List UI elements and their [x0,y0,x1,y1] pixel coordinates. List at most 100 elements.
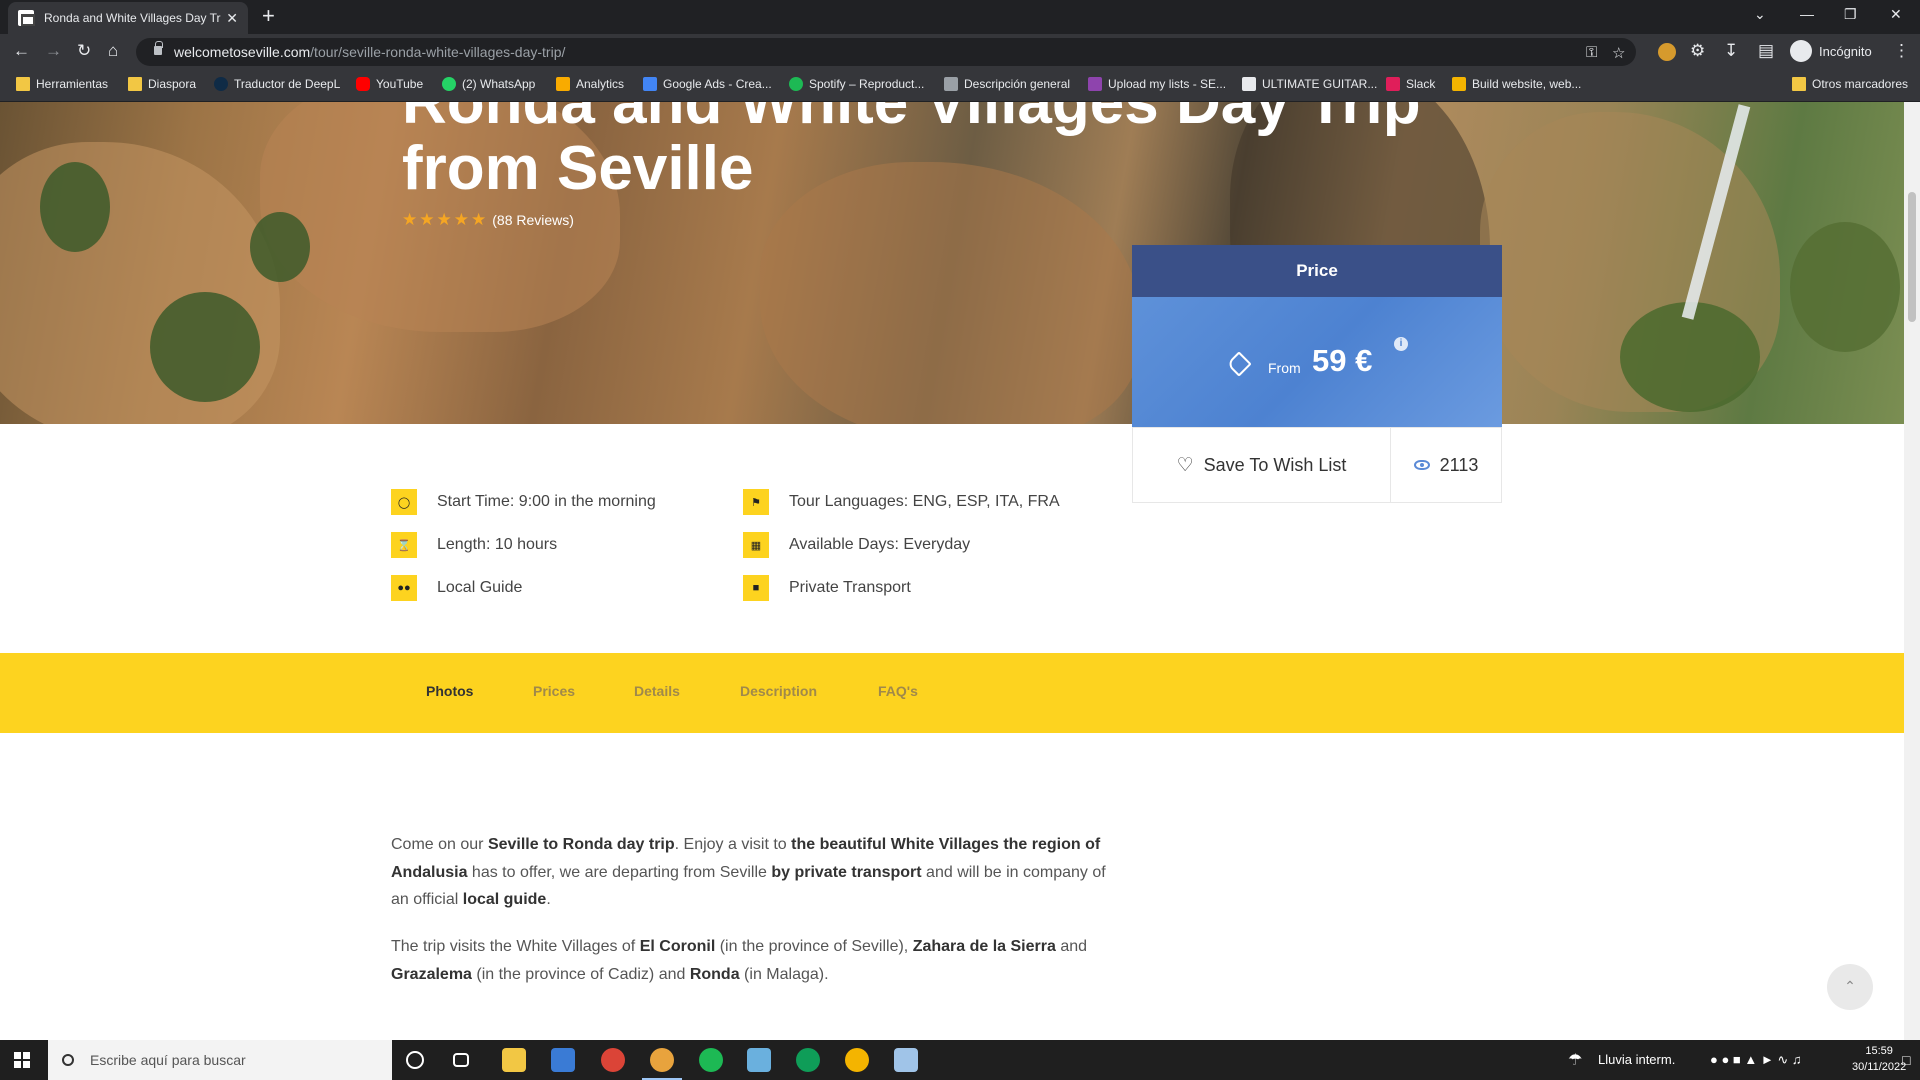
calculator-icon[interactable] [551,1048,575,1072]
weather-icon[interactable]: ☂ [1568,1050,1582,1070]
chrome-icon[interactable] [845,1048,869,1072]
weather-label[interactable]: Lluvia interm. [1598,1052,1675,1067]
tab-description[interactable]: Description [740,683,817,699]
bookmark-youtube[interactable]: YouTube [356,77,423,91]
page-viewport: Ronda and White Villages Day Trip from S… [0,102,1904,1040]
spotify-icon[interactable] [699,1048,723,1072]
tab-details[interactable]: Details [634,683,680,699]
menu-kebab-icon[interactable]: ⋮ [1893,42,1910,60]
tab-photos[interactable]: Photos [426,683,473,699]
tab-close-icon[interactable]: ✕ [226,10,238,27]
tab-prices[interactable]: Prices [533,683,575,699]
star-icon: ★ [419,210,435,229]
hero-tree [250,212,310,282]
windows-start-icon[interactable] [14,1052,30,1068]
overview-icon [944,77,958,91]
analytics-icon [556,77,570,91]
bookmark-star-icon[interactable]: ☆ [1612,44,1625,62]
flag-icon: ⚑ [743,489,769,515]
notifications-icon[interactable]: □ [1902,1052,1910,1068]
clock-icon: ◯ [391,489,417,515]
info-icon[interactable]: i [1394,337,1408,351]
group-icon: ●● [391,575,417,601]
spotify-icon [789,77,803,91]
url-text[interactable]: welcometoseville.com/tour/seville-ronda-… [174,44,565,60]
back-arrow-icon[interactable]: ← [13,42,30,60]
scroll-to-top-button[interactable]: ⌃ [1827,964,1873,1010]
close-window-button[interactable]: ✕ [1890,6,1902,23]
text-run: (in Malaga). [739,965,829,983]
bold-text: Ronda [689,965,740,983]
app-icon[interactable] [894,1048,918,1072]
cortana-icon[interactable] [406,1051,424,1069]
clock[interactable]: 15:59 30/11/2022 [1852,1043,1906,1075]
bold-text: Zahara de la Sierra [912,938,1056,955]
chrome-incognito-icon[interactable] [642,1048,682,1080]
feature-available-days: ▦ Available Days: Everyday [743,532,970,558]
download-icon[interactable]: ↧ [1724,42,1738,60]
bookmark-slack[interactable]: Slack [1386,77,1435,91]
taskbar-search-box[interactable]: Escribe aquí para buscar [48,1040,392,1080]
bookmark-analytics[interactable]: Analytics [556,77,624,91]
feature-languages: ⚑ Tour Languages: ENG, ESP, ITA, FRA [743,489,1060,515]
save-to-wish-list-button[interactable]: ♡ Save To Wish List [1133,428,1391,502]
task-view-icon[interactable] [453,1053,469,1067]
bookmark-herramientas[interactable]: Herramientas [16,77,108,91]
lock-icon [154,41,163,55]
side-panel-icon[interactable]: ▤ [1758,42,1774,60]
minimize-button[interactable]: — [1800,6,1814,22]
bold-text: Grazalema [391,965,472,983]
bookmark-ultimate-guitar[interactable]: ULTIMATE GUITAR... [1242,77,1377,91]
new-tab-button[interactable]: + [262,5,275,27]
bookmark-descripcion[interactable]: Descripción general [944,77,1070,91]
bookmark-otros-marcadores[interactable]: Otros marcadores [1792,77,1908,91]
bold-text: by private transport [771,863,922,881]
reload-icon[interactable]: ↻ [77,42,91,60]
tray-icons[interactable]: ● ● ■ ▲ ► ∿ ♫ [1710,1052,1802,1068]
bookmark-google-ads[interactable]: Google Ads - Crea... [643,77,772,91]
key-icon[interactable]: ⚿ [1586,44,1597,61]
bookmark-deepl[interactable]: Traductor de DeepL [214,77,340,91]
site-favicon-icon [18,10,35,26]
star-icon: ★ [402,210,418,229]
hero-banner: Ronda and White Villages Day Trip from S… [0,102,1904,424]
chrome-icon[interactable] [601,1048,625,1072]
extension-icon[interactable] [1658,43,1676,61]
bookmark-diaspora[interactable]: Diaspora [128,77,196,91]
home-icon[interactable]: ⌂ [108,42,118,60]
page-scrollbar[interactable] [1904,102,1920,1040]
reviews-count[interactable]: (88 Reviews) [492,212,574,228]
bookmark-whatsapp[interactable]: (2) WhatsApp [442,77,535,91]
forward-arrow-icon[interactable]: → [45,42,62,60]
hero-tree [1790,222,1900,352]
calendar-icon: ▦ [743,532,769,558]
chrome-icon[interactable] [796,1048,820,1072]
description-paragraph-1: Come on our Seville to Ronda day trip. E… [391,831,1111,914]
tour-tabs: Photos Prices Details Description FAQ's [0,653,1904,733]
url-path: /tour/seville-ronda-white-villages-day-t… [310,44,566,60]
puzzle-icon[interactable]: ⚙ [1690,42,1705,60]
deepl-icon [214,77,228,91]
incognito-profile-button[interactable]: Incógnito [1790,40,1872,62]
tab-search-icon[interactable]: ⌄ [1754,6,1766,23]
price-box: Price From 59 € i ♡ Save To Wish List 21… [1132,245,1502,503]
bookmark-spotify[interactable]: Spotify – Reproduct... [789,77,924,91]
file-explorer-icon[interactable] [502,1048,526,1072]
tab-faqs[interactable]: FAQ's [878,683,918,699]
browser-tab[interactable]: Ronda and White Villages Day Tr ✕ [8,2,248,34]
restore-button[interactable]: ❐ [1844,6,1857,23]
price-actions: ♡ Save To Wish List 2113 [1132,427,1502,503]
app-icon[interactable] [747,1048,771,1072]
bookmark-build-website[interactable]: Build website, web... [1452,77,1581,91]
star-icon: ★ [453,210,469,229]
address-bar[interactable]: welcometoseville.com/tour/seville-ronda-… [136,38,1636,66]
bookmark-upload-lists[interactable]: Upload my lists - SE... [1088,77,1226,91]
hourglass-icon: ⌛ [391,532,417,558]
browser-tab-strip: Ronda and White Villages Day Tr ✕ + ⌄ — … [0,0,1920,34]
search-placeholder: Escribe aquí para buscar [90,1052,246,1068]
folder-icon [1792,77,1806,91]
hero-tree [150,292,260,402]
view-count-value: 2113 [1439,454,1479,475]
scrollbar-thumb[interactable] [1908,192,1916,322]
browser-toolbar: ← → ↻ ⌂ welcometoseville.com/tour/sevill… [0,34,1920,70]
